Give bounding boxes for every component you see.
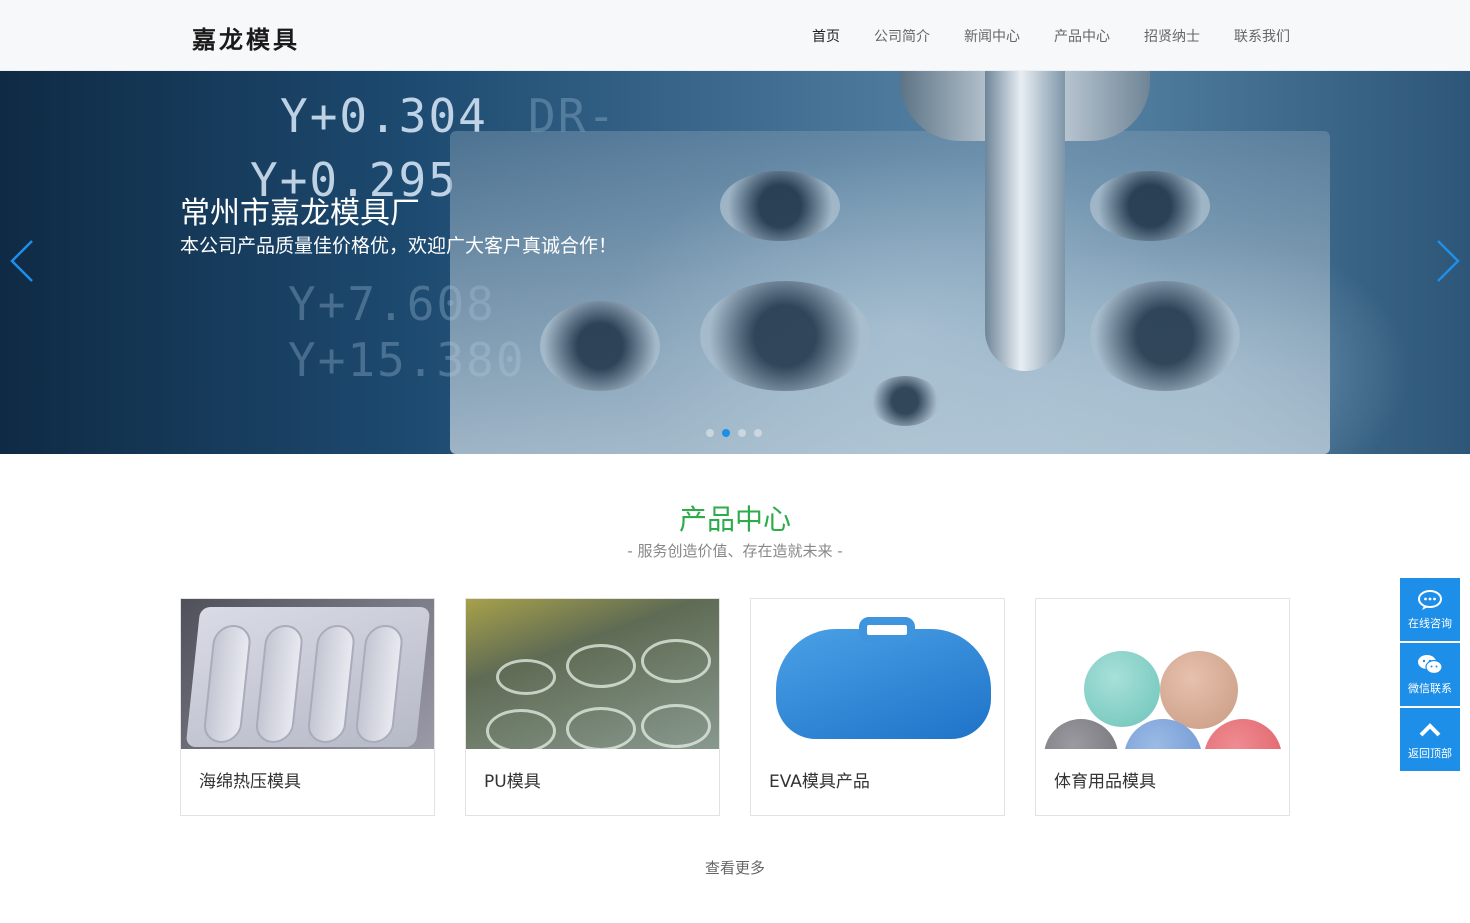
hero-banner: Y+0.304 DR- Y+0.295 Y+7.608 Y+15.380 常州市…: [0, 71, 1470, 454]
products-subtitle: - 服务创造价值、存在造就未来 -: [627, 542, 843, 560]
banner-title: 常州市嘉龙模具厂: [180, 196, 420, 231]
product-card[interactable]: 海绵热压模具: [180, 598, 435, 816]
nav-item-contact[interactable]: 联系我们: [1234, 26, 1290, 46]
product-name[interactable]: 体育用品模具: [1036, 749, 1289, 810]
product-card[interactable]: EVA模具产品: [750, 598, 1005, 816]
product-name[interactable]: EVA模具产品: [751, 749, 1004, 810]
product-image-eva-seat[interactable]: [751, 599, 1004, 749]
main-nav: 首页 公司简介 新闻中心 产品中心 招贤纳士 联系我们: [812, 0, 1290, 71]
product-image-sports-balls[interactable]: [1036, 599, 1289, 749]
side-toolbar: 在线咨询 微信联系 返回顶部: [1400, 578, 1460, 773]
product-list: 海绵热压模具 PU模具 EVA模具产品 体育用品模具: [180, 598, 1290, 816]
carousel-pagination: [706, 429, 762, 437]
chevron-right-icon[interactable]: [1436, 239, 1460, 283]
side-item-label: 在线咨询: [1408, 616, 1452, 630]
wechat-contact-button[interactable]: 微信联系: [1400, 643, 1460, 706]
nav-item-about[interactable]: 公司简介: [874, 26, 930, 46]
chevron-left-icon[interactable]: [10, 239, 34, 283]
chevron-up-icon: [1419, 722, 1441, 736]
product-name[interactable]: 海绵热压模具: [181, 749, 434, 810]
product-image-pu-mold[interactable]: [466, 599, 719, 749]
side-item-label: 返回顶部: [1408, 746, 1452, 760]
carousel-dot-active[interactable]: [722, 429, 730, 437]
product-image-sponge-mold[interactable]: [181, 599, 434, 749]
nav-item-careers[interactable]: 招贤纳士: [1144, 26, 1200, 46]
carousel-dot[interactable]: [738, 429, 746, 437]
products-title: 产品中心: [678, 503, 791, 536]
product-card[interactable]: PU模具: [465, 598, 720, 816]
product-card[interactable]: 体育用品模具: [1035, 598, 1290, 816]
site-header: 嘉龙模具 首页 公司简介 新闻中心 产品中心 招贤纳士 联系我们: [0, 0, 1470, 71]
nav-item-home[interactable]: 首页: [812, 26, 840, 46]
nav-item-products[interactable]: 产品中心: [1054, 26, 1110, 46]
carousel-dot[interactable]: [706, 429, 714, 437]
carousel-dot[interactable]: [754, 429, 762, 437]
machined-plate-image: [450, 131, 1330, 454]
nav-item-news[interactable]: 新闻中心: [964, 26, 1020, 46]
banner-subtitle: 本公司产品质量佳价格优，欢迎广大客户真诚合作！: [180, 235, 618, 257]
back-to-top-button[interactable]: 返回顶部: [1400, 708, 1460, 771]
logo[interactable]: 嘉龙模具: [192, 20, 300, 55]
view-more-link[interactable]: 查看更多: [0, 857, 1470, 878]
spindle-image: [985, 71, 1065, 371]
chat-bubble-icon: [1418, 589, 1442, 610]
side-item-label: 微信联系: [1408, 681, 1452, 695]
online-consult-button[interactable]: 在线咨询: [1400, 578, 1460, 641]
product-name[interactable]: PU模具: [466, 749, 719, 810]
wechat-icon: [1418, 654, 1443, 674]
